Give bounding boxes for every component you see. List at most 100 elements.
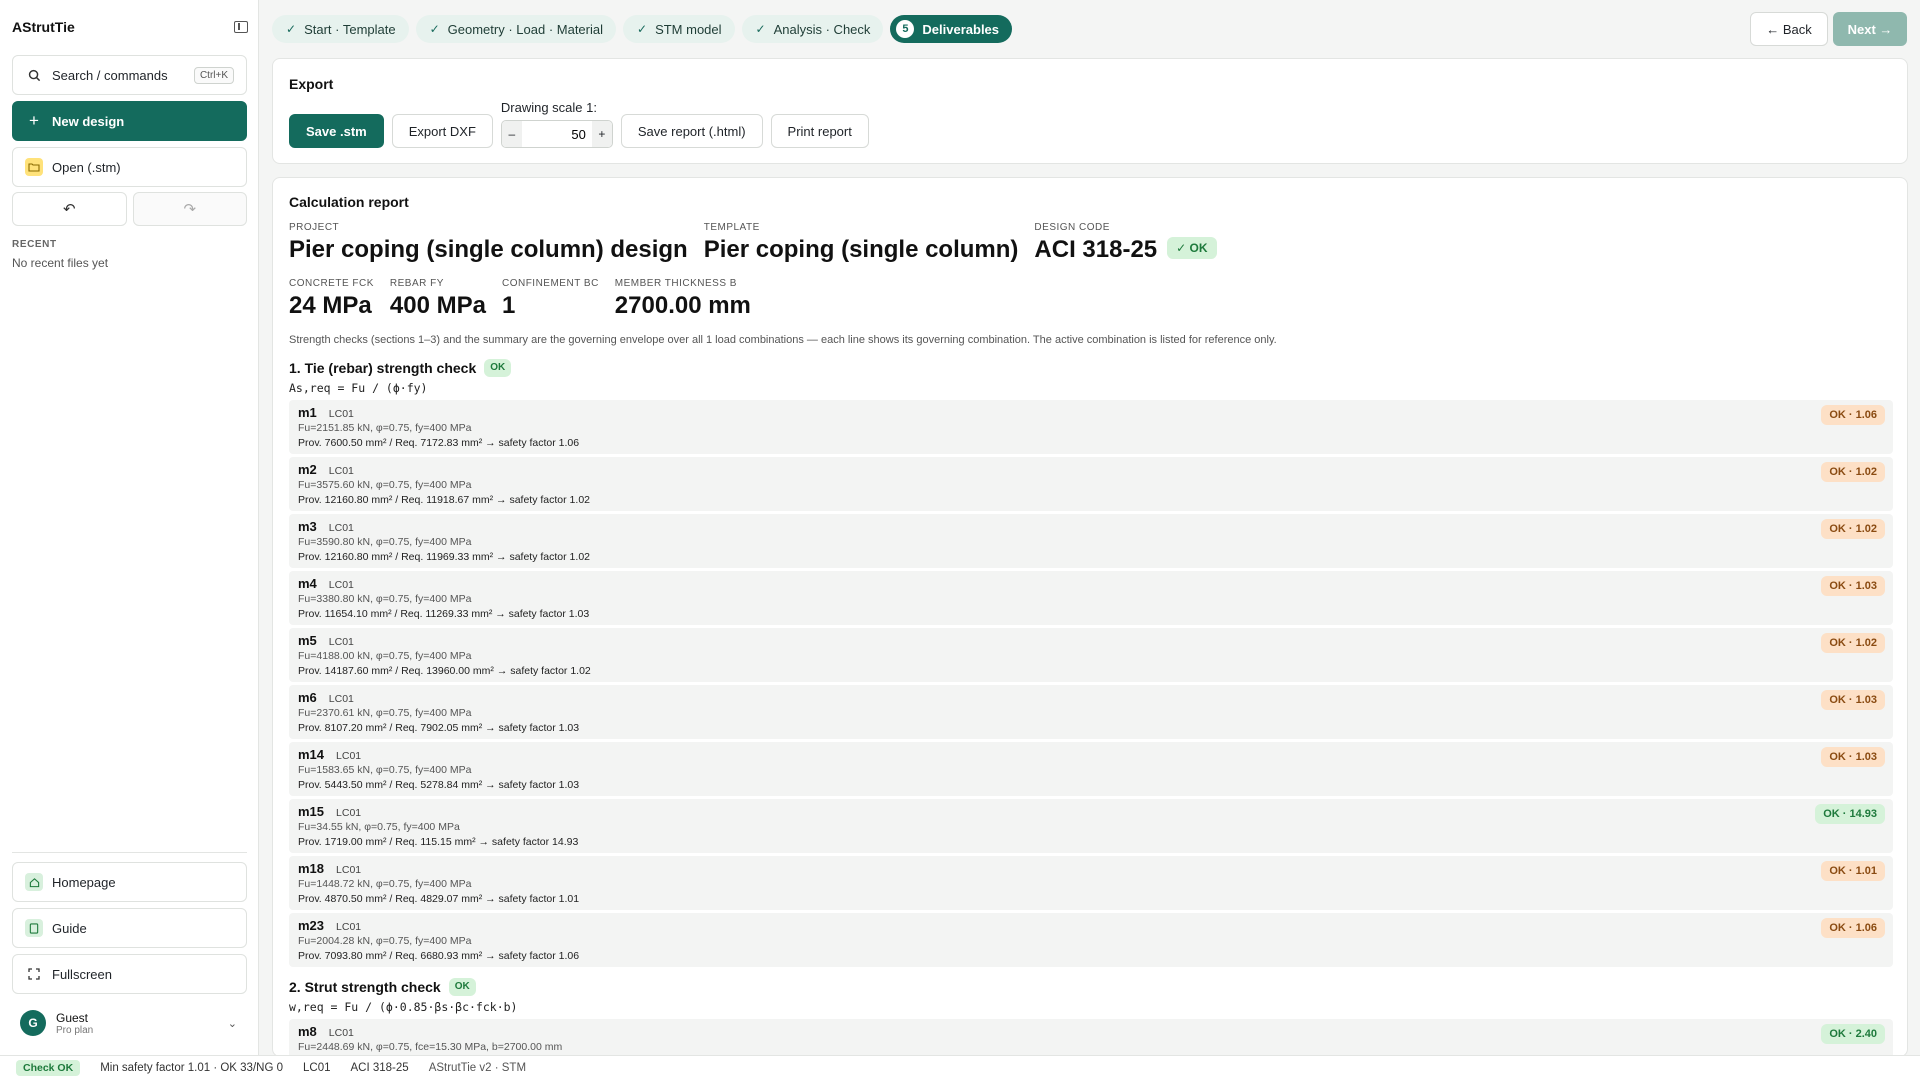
member-id: m23 bbox=[298, 918, 325, 933]
check-row: m8 LC01 Fu=2448.69 kN, φ=0.75, fce=15.30 … bbox=[289, 1019, 1893, 1056]
save-stm-button[interactable]: Save .stm bbox=[289, 114, 384, 148]
load-combination: LC01 bbox=[336, 864, 362, 876]
member-id: m6 bbox=[298, 690, 317, 705]
strut-check-title: 2. Strut strength check OK bbox=[289, 978, 476, 996]
status-badge: ✓ OK bbox=[1167, 237, 1217, 259]
brand-row: AStrutTie bbox=[12, 16, 248, 38]
check-result: Prov. 14187.60 mm² / Req. 13960.00 mm² →… bbox=[298, 665, 591, 677]
check-status-badge: Check OK bbox=[16, 1060, 81, 1076]
search-shortcut: Ctrl+K bbox=[193, 66, 234, 84]
user-menu[interactable]: G Guest Pro plan ⌄ bbox=[12, 1006, 247, 1040]
check-row-head: m2 LC01 bbox=[298, 462, 354, 477]
check-icon: ✓ bbox=[755, 22, 766, 36]
new-design-label: New design bbox=[52, 113, 125, 129]
check-params: Fu=2004.28 kN, φ=0.75, fy=400 MPa bbox=[298, 935, 472, 947]
print-report-button[interactable]: Print report bbox=[770, 114, 869, 148]
step-label: Analysis · Check bbox=[773, 21, 871, 37]
check-result: Prov. 4870.50 mm² / Req. 4829.07 mm² → s… bbox=[298, 893, 580, 905]
check-params: Fu=2448.69 kN, φ=0.75, fce=15.30 MPa, b=… bbox=[298, 1041, 563, 1053]
check-result: Prov. 11654.10 mm² / Req. 11269.33 mm² →… bbox=[298, 608, 590, 620]
fullscreen-icon bbox=[25, 965, 43, 983]
check-row-head: m23 LC01 bbox=[298, 918, 361, 933]
back-button[interactable]: ← Back bbox=[1750, 12, 1828, 46]
meta-design-code: DESIGN CODE ACI 318-25 bbox=[1034, 222, 1157, 264]
export-dxf-button[interactable]: Export DXF bbox=[391, 114, 493, 148]
undo-redo-group: ↶ ↷ bbox=[12, 192, 247, 226]
step-deliverables[interactable]: 5 Deliverables bbox=[890, 15, 1013, 43]
step-stm-model[interactable]: ✓ STM model bbox=[623, 15, 735, 43]
check-row: m18 LC01 Fu=1448.72 kN, φ=0.75, fy=400 MP… bbox=[289, 856, 1893, 910]
step-label: STM model bbox=[655, 21, 722, 37]
sidebar-toggle-icon[interactable] bbox=[234, 21, 248, 33]
step-geometry-load-material[interactable]: ✓ Geometry · Load · Material bbox=[415, 15, 616, 43]
load-combination: LC01 bbox=[328, 408, 354, 420]
check-row: m15 LC01 Fu=34.55 kN, φ=0.75, fy=400 MPa … bbox=[289, 799, 1893, 853]
member-id: m8 bbox=[298, 1024, 317, 1039]
user-info: Guest Pro plan bbox=[56, 1011, 93, 1036]
status-badge: OK bbox=[484, 359, 512, 377]
guide-button[interactable]: Guide bbox=[12, 908, 247, 948]
step-analysis-check[interactable]: ✓ Analysis · Check bbox=[741, 15, 884, 43]
next-button[interactable]: Next → bbox=[1833, 12, 1907, 46]
decrement-button[interactable]: – bbox=[501, 121, 522, 147]
status-badge: OK bbox=[448, 978, 476, 996]
guide-label: Guide bbox=[52, 920, 87, 936]
drawing-scale-input[interactable] bbox=[521, 121, 592, 147]
check-params: Fu=4188.00 kN, φ=0.75, fy=400 MPa bbox=[298, 650, 472, 662]
load-combination: LC01 bbox=[328, 1027, 354, 1039]
member-id: m1 bbox=[298, 405, 317, 420]
check-row-head: m14 LC01 bbox=[298, 747, 361, 762]
load-combination: LC01 bbox=[328, 693, 354, 705]
safety-factor-badge: OK · 1.02 bbox=[1821, 633, 1885, 653]
search-label: Search / commands bbox=[52, 67, 168, 83]
check-icon: ✓ bbox=[637, 22, 648, 36]
check-result: Prov. 1719.00 mm² / Req. 115.15 mm² → sa… bbox=[298, 836, 579, 848]
meta-value: ACI 318-25 bbox=[1034, 236, 1158, 263]
member-id: m18 bbox=[298, 861, 325, 876]
undo-button[interactable]: ↶ bbox=[12, 192, 127, 226]
check-row: m6 LC01 Fu=2370.61 kN, φ=0.75, fy=400 MPa… bbox=[289, 685, 1893, 739]
meta-value: Pier coping (single column) design bbox=[289, 236, 688, 263]
section-title-text: 2. Strut strength check bbox=[289, 979, 441, 995]
check-result: Prov. 5443.50 mm² / Req. 5278.84 mm² → s… bbox=[298, 779, 580, 791]
workflow-steps: ✓ Start · Template ✓ Geometry · Load · M… bbox=[272, 15, 1013, 43]
homepage-button[interactable]: Homepage bbox=[12, 862, 247, 902]
redo-icon: ↷ bbox=[183, 201, 197, 218]
check-params: Fu=3575.60 kN, φ=0.75, fy=400 MPa bbox=[298, 479, 472, 491]
check-params: Fu=3380.80 kN, φ=0.75, fy=400 MPa bbox=[298, 593, 472, 605]
check-row-head: m4 LC01 bbox=[298, 576, 354, 591]
search-commands-button[interactable]: Search / commands Ctrl+K bbox=[12, 55, 247, 95]
meta-fck: CONCRETE FCK 24 MPa bbox=[289, 278, 374, 320]
step-start-template[interactable]: ✓ Start · Template bbox=[272, 15, 409, 43]
fullscreen-button[interactable]: Fullscreen bbox=[12, 954, 247, 994]
plus-icon: + bbox=[29, 111, 39, 130]
safety-factor-badge: OK · 1.03 bbox=[1821, 576, 1885, 596]
safety-factor-badge: OK · 1.06 bbox=[1821, 918, 1885, 938]
open-file-button[interactable]: Open (.stm) bbox=[12, 147, 247, 187]
user-plan: Pro plan bbox=[56, 1024, 94, 1036]
section-title-text: 1. Tie (rebar) strength check bbox=[289, 360, 477, 376]
check-row-head: m3 LC01 bbox=[298, 519, 354, 534]
check-row-head: m6 LC01 bbox=[298, 690, 354, 705]
new-design-button[interactable]: + New design bbox=[12, 101, 247, 141]
meta-label: REBAR FY bbox=[389, 278, 444, 289]
increment-button[interactable]: + bbox=[591, 121, 612, 147]
design-code: ACI 318-25 bbox=[350, 1062, 409, 1074]
load-combination: LC01 bbox=[336, 807, 362, 819]
meta-label: MEMBER THICKNESS B bbox=[614, 278, 737, 289]
safety-factor-badge: OK · 1.03 bbox=[1821, 747, 1885, 767]
load-combination: LC01 bbox=[336, 921, 362, 933]
user-name: Guest bbox=[56, 1010, 89, 1025]
sidebar-divider bbox=[12, 852, 247, 853]
redo-button[interactable]: ↷ bbox=[132, 192, 247, 226]
load-combination: LC01 bbox=[328, 636, 354, 648]
check-row: m14 LC01 Fu=1583.65 kN, φ=0.75, fy=400 MP… bbox=[289, 742, 1893, 796]
save-report-button[interactable]: Save report (.html) bbox=[620, 114, 763, 148]
book-icon bbox=[25, 919, 43, 937]
member-id: m2 bbox=[298, 462, 317, 477]
member-id: m3 bbox=[298, 519, 317, 534]
meta-value: 1 bbox=[501, 292, 516, 319]
check-row: m2 LC01 Fu=3575.60 kN, φ=0.75, fy=400 MPa… bbox=[289, 457, 1893, 511]
strut-formula: w,req = Fu / (ϕ·0.85·βs·βc·fck·b) bbox=[289, 1000, 518, 1014]
safety-factor-badge: OK · 1.01 bbox=[1821, 861, 1885, 881]
